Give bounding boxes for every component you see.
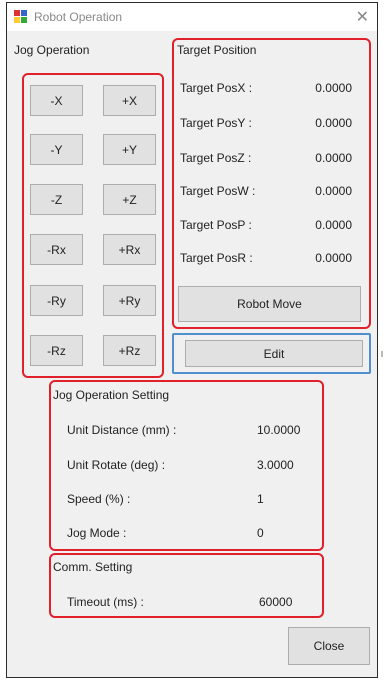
edit-button-highlight <box>172 333 371 374</box>
title-bar: Robot Operation ✕ <box>7 3 377 31</box>
jog-buttons-highlight <box>22 73 164 378</box>
close-button[interactable]: Close <box>288 627 370 665</box>
robot-operation-window: Robot Operation ✕ Jog Operation -X +X -Y… <box>6 2 378 678</box>
app-icon <box>14 10 27 23</box>
close-window-icon[interactable]: ✕ <box>356 7 369 27</box>
target-position-highlight <box>172 38 371 329</box>
jog-operation-title: Jog Operation <box>14 43 90 57</box>
jog-setting-highlight <box>49 380 324 551</box>
window-edge-tick <box>381 351 383 357</box>
comm-setting-highlight <box>49 553 324 618</box>
window-title: Robot Operation <box>34 10 123 24</box>
